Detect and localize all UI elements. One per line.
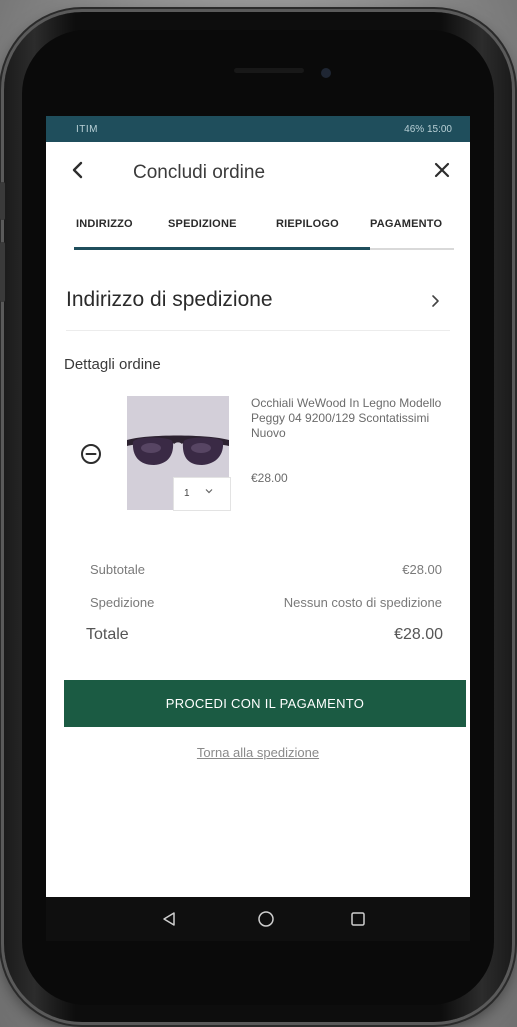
quantity-value: 1 bbox=[184, 488, 190, 499]
tabs-progress-indicator bbox=[74, 247, 370, 250]
app-header: Concludi ordine bbox=[46, 142, 470, 198]
shipping-address-title: Indirizzo di spedizione bbox=[66, 288, 273, 311]
battery-time-text: 46% 15:00 bbox=[404, 124, 452, 135]
product-name: Occhiali WeWood In Legno Modello Peggy 0… bbox=[251, 396, 442, 440]
remove-item-icon[interactable] bbox=[80, 443, 102, 465]
shipping-value: Nessun costo di spedizione bbox=[283, 595, 442, 610]
total-label: Totale bbox=[86, 626, 129, 643]
tab-indirizzo[interactable]: INDIRIZZO bbox=[76, 218, 133, 230]
chevron-right-icon bbox=[432, 295, 439, 307]
speaker-grille bbox=[234, 68, 304, 73]
system-navigation-bar bbox=[46, 897, 470, 941]
back-arrow-icon[interactable] bbox=[66, 158, 90, 182]
product-price: €28.00 bbox=[251, 471, 288, 485]
nav-back-icon[interactable] bbox=[160, 910, 178, 928]
subtotal-label: Subtotale bbox=[90, 562, 145, 577]
subtotal-value: €28.00 bbox=[402, 562, 442, 577]
quantity-select[interactable]: 1 bbox=[173, 477, 231, 511]
total-value: €28.00 bbox=[394, 626, 443, 643]
volume-button bbox=[0, 242, 5, 302]
status-bar: ITIM 46% 15:00 bbox=[46, 116, 470, 142]
carrier-text: ITIM bbox=[76, 124, 98, 135]
order-details-label: Dettagli ordine bbox=[64, 356, 161, 373]
app-screen: ITIM 46% 15:00 Concludi ordine INDIRIZZO… bbox=[46, 116, 470, 941]
tab-pagamento[interactable]: PAGAMENTO bbox=[370, 218, 442, 230]
tab-riepilogo[interactable]: RIEPILOGO bbox=[276, 218, 339, 230]
back-to-shipping-link[interactable]: Torna alla spedizione bbox=[46, 745, 470, 760]
proceed-to-payment-button[interactable]: PROCEDI CON IL PAGAMENTO bbox=[64, 680, 466, 727]
checkout-steps: INDIRIZZO SPEDIZIONE RIEPILOGO PAGAMENTO bbox=[70, 211, 466, 251]
page-title: Concludi ordine bbox=[133, 162, 266, 183]
volume-button bbox=[0, 182, 5, 220]
close-icon[interactable] bbox=[430, 158, 454, 182]
chevron-down-icon bbox=[205, 489, 213, 494]
shipping-address-row[interactable]: Indirizzo di spedizione bbox=[66, 274, 450, 331]
shipping-label: Spedizione bbox=[90, 595, 155, 610]
nav-home-icon[interactable] bbox=[257, 910, 275, 928]
nav-recent-apps-icon[interactable] bbox=[350, 911, 366, 927]
tab-spedizione[interactable]: SPEDIZIONE bbox=[168, 218, 237, 230]
front-camera bbox=[321, 68, 331, 78]
